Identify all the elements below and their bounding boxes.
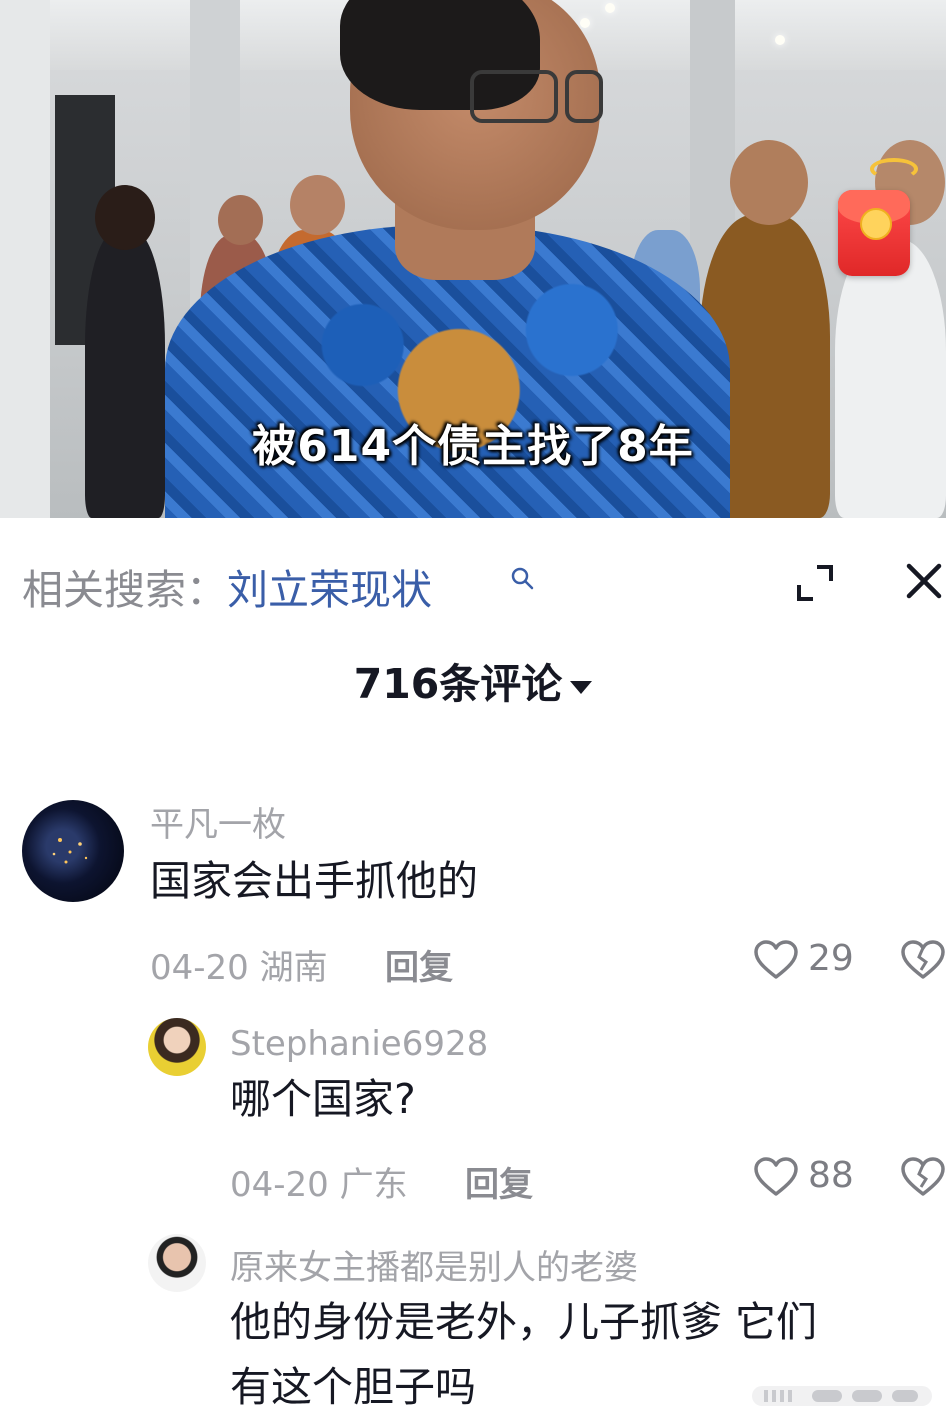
loading-indicator xyxy=(752,1386,932,1406)
background-person-head xyxy=(95,185,155,250)
comment-location: 广东 xyxy=(339,1165,408,1205)
ceiling-light xyxy=(605,3,615,13)
heart-icon[interactable] xyxy=(753,1156,799,1198)
comment-meta: 04-20 湖南 xyxy=(150,940,328,989)
dislike-icon[interactable] xyxy=(900,939,946,981)
red-packet-icon[interactable] xyxy=(838,190,910,276)
halo-icon xyxy=(870,158,918,180)
sort-caret-icon[interactable] xyxy=(570,680,593,694)
reply-button[interactable]: 回复 xyxy=(465,1157,533,1206)
related-search-keyword[interactable]: 刘立荣现状 xyxy=(227,566,432,614)
background-person-head xyxy=(290,175,345,235)
like-count: 88 xyxy=(808,1155,854,1196)
expand-icon[interactable] xyxy=(795,563,835,603)
avatar[interactable] xyxy=(148,1018,206,1076)
reply-button[interactable]: 回复 xyxy=(385,940,453,989)
comment-text: 哪个国家? xyxy=(230,1075,416,1123)
comment-text-line: 他的身份是老外，儿子抓爹 它们 xyxy=(230,1298,818,1346)
background-person-head xyxy=(218,195,263,245)
ceiling-light xyxy=(775,35,785,45)
avatar[interactable] xyxy=(148,1234,206,1292)
avatar[interactable] xyxy=(22,800,124,902)
background-person-head xyxy=(730,140,808,225)
comment-date: 04-20 xyxy=(150,948,249,988)
related-search-prefix: 相关搜索： xyxy=(22,566,227,614)
comment-username[interactable]: Stephanie6928 xyxy=(230,1024,488,1064)
glasses xyxy=(400,70,603,125)
comment-text-line: 有这个胆子吗 xyxy=(230,1363,476,1411)
comment-location: 湖南 xyxy=(259,948,328,988)
comment-date: 04-20 xyxy=(230,1165,329,1205)
background-person xyxy=(85,230,165,518)
comment-meta: 04-20 广东 xyxy=(230,1157,408,1206)
background-person xyxy=(835,240,946,518)
video-player[interactable]: 被614个债主找了8年 xyxy=(0,0,946,518)
comment-text: 国家会出手抓他的 xyxy=(150,857,478,905)
comment-username[interactable]: 平凡一枚 xyxy=(150,797,286,846)
ceiling-light xyxy=(580,18,590,28)
like-count: 29 xyxy=(808,938,854,979)
comment-count-label: 716条评论 xyxy=(353,660,563,708)
related-search[interactable]: 相关搜索：刘立荣现状 xyxy=(22,556,432,616)
dislike-icon[interactable] xyxy=(900,1156,946,1198)
close-icon[interactable] xyxy=(903,560,945,602)
comment-count[interactable]: 716条评论 xyxy=(0,650,946,710)
video-caption: 被614个债主找了8年 xyxy=(252,421,694,472)
comment-username[interactable]: 原来女主播都是别人的老婆 xyxy=(230,1240,638,1289)
heart-icon[interactable] xyxy=(753,939,799,981)
search-icon[interactable] xyxy=(510,566,534,590)
